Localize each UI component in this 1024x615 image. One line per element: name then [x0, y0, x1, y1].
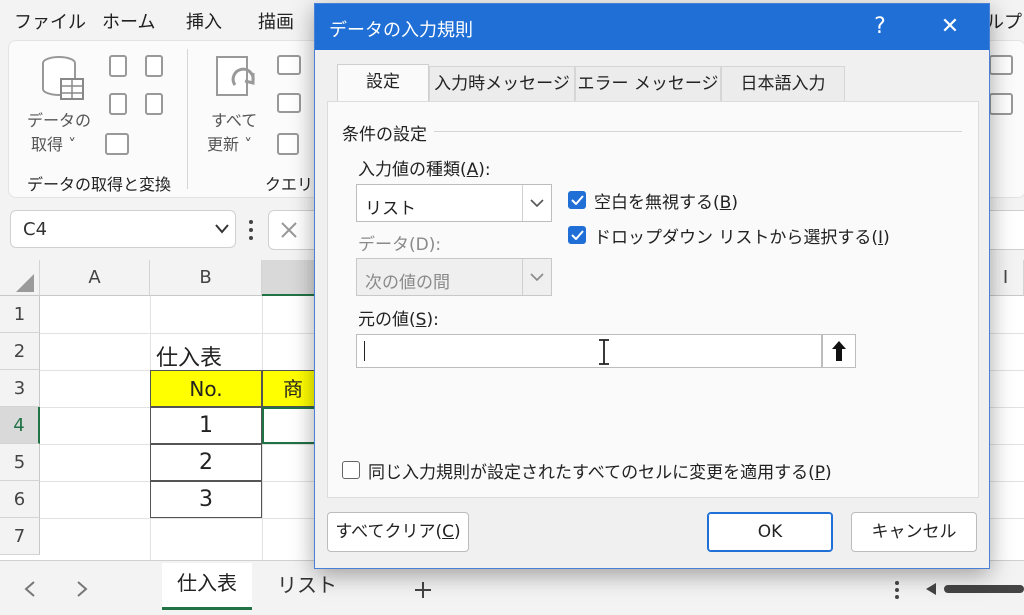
horizontal-scrollbar-thumb[interactable] [944, 585, 1024, 593]
sheet-tab-purchase[interactable]: 仕入表 [162, 563, 252, 610]
close-button[interactable]: ✕ [935, 12, 965, 42]
outline-icon[interactable] [989, 55, 1013, 75]
collapse-dialog-button[interactable] [822, 334, 856, 368]
data-select-value: 次の値の間 [365, 273, 450, 293]
refresh-label-2[interactable]: 更新 ˅ [207, 131, 252, 155]
cancel-button[interactable]: キャンセル [851, 512, 977, 552]
allow-label: 入力値の種類(A): [358, 160, 491, 180]
data-select-arrow [522, 259, 551, 295]
add-sheet-icon[interactable] [414, 581, 432, 599]
chevron-right-icon[interactable] [76, 581, 88, 597]
refresh-icon[interactable] [213, 55, 261, 103]
group-get-transform: データの取得と変換 [27, 175, 172, 194]
file-icon[interactable] [109, 55, 127, 77]
row-header-5[interactable]: 5 [0, 444, 40, 481]
checkmark-icon [571, 230, 584, 240]
tab-ime[interactable]: 日本語入力 [721, 66, 845, 102]
tab-input-message[interactable]: 入力時メッセージ [429, 66, 575, 102]
no-cell-2[interactable]: 2 [150, 444, 262, 481]
help-button[interactable]: ? [865, 12, 895, 42]
dialog-titlebar[interactable]: データの入力規則 ? ✕ [315, 4, 989, 50]
column-header-i[interactable]: I [988, 260, 1024, 296]
table-title[interactable]: 仕入表 [156, 340, 222, 372]
more-vertical-icon[interactable] [246, 218, 256, 242]
dropdown-label: ドロップダウン リストから選択する(I) [594, 228, 890, 248]
section-divider [434, 131, 962, 132]
menu-home[interactable]: ホーム [102, 8, 155, 34]
data-select: 次の値の間 [356, 258, 552, 296]
name-box-value: C4 [23, 219, 48, 240]
column-header-a[interactable]: A [40, 260, 150, 296]
name-box[interactable]: C4 [10, 210, 236, 248]
source-label: 元の値(S): [358, 310, 439, 330]
row-header-6[interactable]: 6 [0, 481, 40, 518]
row-header-1[interactable]: 1 [0, 296, 40, 333]
menu-file[interactable]: ファイル [14, 8, 86, 34]
menu-help[interactable]: ルプ [986, 8, 1022, 34]
row-header-2[interactable]: 2 [0, 333, 40, 370]
scroll-left-icon[interactable] [926, 583, 936, 595]
ok-button[interactable]: OK [707, 512, 833, 552]
no-cell-1[interactable]: 1 [150, 407, 262, 444]
ignore-blank-option[interactable]: 空白を無視する(B) [568, 188, 948, 213]
no-cell-3[interactable]: 3 [150, 481, 262, 518]
table-icon[interactable] [105, 133, 129, 155]
sheet-tab-list[interactable]: リスト [262, 563, 352, 607]
more-vertical-icon[interactable] [894, 579, 900, 601]
cube-icon[interactable] [989, 93, 1013, 115]
chevron-down-icon[interactable] [215, 224, 229, 234]
chevron-left-icon[interactable] [24, 581, 36, 597]
get-data-label-2: 取得 ˅ [31, 135, 77, 154]
get-data-label: データの [27, 111, 92, 130]
row-header-7[interactable]: 7 [0, 518, 40, 555]
dropdown-checkbox[interactable] [568, 226, 586, 244]
queries-icon[interactable] [277, 55, 301, 75]
header-item-cell[interactable]: 商品 [262, 370, 322, 407]
menu-draw[interactable]: 描画 [258, 8, 294, 34]
ibeam-cursor-icon [599, 339, 609, 365]
row-header-3[interactable]: 3 [0, 370, 40, 407]
existing-icon[interactable] [145, 93, 163, 115]
dialog-title: データの入力規則 [329, 20, 473, 41]
chevron-down-icon [530, 273, 544, 282]
ribbon-divider [187, 49, 188, 189]
tab-settings[interactable]: 設定 [337, 64, 429, 102]
dropdown-option[interactable]: ドロップダウン リストから選択する(I) [568, 223, 968, 248]
apply-all-label: 同じ入力規則が設定されたすべてのセルに変更を適用する(P) [368, 463, 832, 483]
refresh-label: すべて [211, 111, 258, 130]
header-no-cell[interactable]: No. [150, 370, 262, 407]
allow-select-arrow[interactable] [522, 185, 551, 221]
ignore-blank-checkbox[interactable] [568, 191, 586, 209]
section-title: 条件の設定 [342, 125, 427, 145]
ignore-blank-label: 空白を無視する(B) [594, 193, 738, 213]
corner-triangle-icon [16, 274, 34, 292]
row-header-4[interactable]: 4 [0, 407, 40, 444]
apply-all-checkbox[interactable] [342, 461, 360, 479]
database-icon [42, 56, 84, 100]
allow-select[interactable]: リスト [356, 184, 552, 222]
web-icon[interactable] [109, 93, 127, 115]
chevron-down-icon [530, 199, 544, 208]
checkmark-icon [571, 195, 584, 205]
column-header-c[interactable] [262, 260, 322, 296]
source-input[interactable] [356, 334, 822, 368]
recent-icon[interactable] [145, 55, 163, 77]
arrow-up-icon [832, 341, 846, 361]
allow-select-value: リスト [365, 199, 416, 219]
edit-links-icon[interactable] [277, 133, 299, 155]
active-cell-c4[interactable] [262, 407, 322, 444]
select-all-corner[interactable] [0, 260, 40, 296]
apply-all-option[interactable]: 同じ入力規則が設定されたすべてのセルに変更を適用する(P) [342, 458, 962, 483]
menu-insert[interactable]: 挿入 [186, 8, 222, 34]
data-label: データ(D): [358, 235, 442, 255]
cancel-x-icon[interactable] [279, 220, 299, 240]
settings-panel: 条件の設定 入力値の種類(A): リスト データ(D): 次の値の間 空白を無視… [327, 101, 979, 498]
clear-all-button[interactable]: すべてクリア(C) [327, 512, 469, 552]
column-header-b[interactable]: B [150, 260, 262, 296]
tab-error-message[interactable]: エラー メッセージ [575, 66, 721, 102]
text-caret [364, 341, 365, 361]
data-validation-dialog: データの入力規則 ? ✕ 設定 入力時メッセージ エラー メッセージ 日本語入力… [314, 3, 990, 569]
properties-icon[interactable] [277, 93, 301, 113]
